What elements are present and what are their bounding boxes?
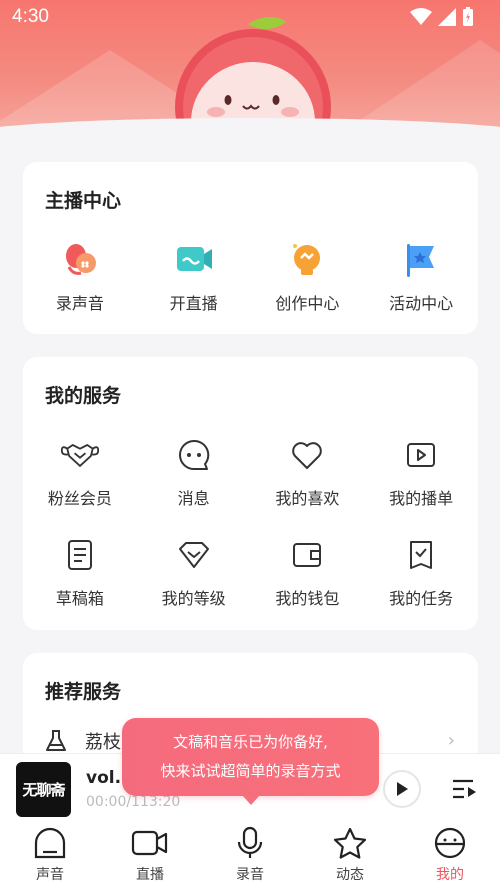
my-tasks-label: 我的任务 xyxy=(389,589,454,608)
playlist-queue-icon[interactable] xyxy=(450,774,480,804)
fan-membership-icon xyxy=(60,444,99,467)
album-cover[interactable]: 无聊斋 xyxy=(16,762,71,817)
my-level-button[interactable]: 我的等级 xyxy=(137,535,251,609)
nav-label-live: 直播 xyxy=(136,867,164,883)
my-playlist-label: 我的播单 xyxy=(389,489,454,508)
event-center-button[interactable]: 活动中心 xyxy=(364,240,478,314)
flask-icon xyxy=(46,730,66,751)
my-wallet-label: 我的钱包 xyxy=(275,589,340,608)
profile-icon xyxy=(434,827,466,859)
record-voice-label: 录声音 xyxy=(55,294,104,313)
playlist-icon xyxy=(407,443,436,467)
record-voice-icon xyxy=(65,244,96,275)
nav-tab-sound[interactable]: 声音 xyxy=(0,823,100,889)
my-tasks-button[interactable]: 我的任务 xyxy=(364,535,478,609)
tooltip-line-2: 快来试试超简单的录音方式 xyxy=(160,762,341,780)
live-camera-icon xyxy=(176,247,212,271)
nav-label-profile: 我的 xyxy=(436,867,464,883)
anchor-center-card: 主播中心 录声音 开直播 创作中心 活动中心 xyxy=(23,162,478,334)
nav-tab-feed[interactable]: 动态 xyxy=(300,823,400,889)
event-center-label: 活动中心 xyxy=(389,294,454,313)
message-label: 消息 xyxy=(177,489,210,508)
my-likes-button[interactable]: 我的喜欢 xyxy=(251,435,365,509)
nav-tab-profile[interactable]: 我的 xyxy=(400,823,500,889)
play-button[interactable] xyxy=(383,770,421,808)
play-icon xyxy=(397,782,408,796)
my-services-card: 我的服务 粉丝会员 消息 我的喜欢 我的播单 草稿箱 我的等级 我的钱包 我的任… xyxy=(23,357,478,630)
bottom-navigation: 声音 直播 录音 动态 我的 xyxy=(0,823,500,889)
nav-label-feed: 动态 xyxy=(336,867,364,883)
creation-lightbulb-icon xyxy=(293,244,321,275)
drafts-label: 草稿箱 xyxy=(55,589,104,608)
nav-label-record: 录音 xyxy=(236,867,264,883)
start-live-button[interactable]: 开直播 xyxy=(137,240,251,314)
drafts-button[interactable]: 草稿箱 xyxy=(23,535,137,609)
drafts-icon xyxy=(67,540,92,570)
my-wallet-button[interactable]: 我的钱包 xyxy=(251,535,365,609)
recording-tip-tooltip[interactable]: 文稿和音乐已为你备好, 快来试试超简单的录音方式 xyxy=(122,718,379,805)
star-icon xyxy=(333,827,367,859)
signal-icon xyxy=(438,8,456,26)
task-icon xyxy=(410,541,433,569)
level-diamond-icon xyxy=(178,542,209,568)
recommended-services-title: 推荐服务 xyxy=(45,681,122,703)
wifi-icon xyxy=(410,8,432,25)
microphone-icon xyxy=(237,826,263,858)
record-voice-button[interactable]: 录声音 xyxy=(23,240,137,314)
album-cover-text: 无聊斋 xyxy=(22,781,65,799)
creation-center-button[interactable]: 创作中心 xyxy=(251,240,365,314)
nav-tab-live[interactable]: 直播 xyxy=(100,823,200,889)
header-curve xyxy=(0,118,500,140)
player-time: 00:00/113:20 xyxy=(86,794,181,810)
my-playlist-button[interactable]: 我的播单 xyxy=(364,435,478,509)
wallet-icon xyxy=(293,543,322,567)
my-level-label: 我的等级 xyxy=(161,589,226,608)
chevron-right-icon: › xyxy=(447,730,455,751)
status-time: 4:30 xyxy=(12,6,49,27)
message-button[interactable]: 消息 xyxy=(137,435,251,509)
live-icon xyxy=(131,830,168,856)
sound-icon xyxy=(34,827,66,859)
creation-center-label: 创作中心 xyxy=(275,294,340,313)
battery-icon xyxy=(463,7,473,26)
my-services-title: 我的服务 xyxy=(45,385,122,407)
start-live-label: 开直播 xyxy=(169,294,218,313)
heart-icon xyxy=(292,442,323,469)
event-flag-icon xyxy=(407,244,435,277)
fan-membership-button[interactable]: 粉丝会员 xyxy=(23,435,137,509)
my-likes-label: 我的喜欢 xyxy=(275,489,340,508)
tooltip-line-1: 文稿和音乐已为你备好, xyxy=(173,733,328,751)
fan-membership-label: 粉丝会员 xyxy=(47,489,112,508)
anchor-center-title: 主播中心 xyxy=(45,190,122,212)
nav-tab-record[interactable]: 录音 xyxy=(200,823,300,889)
message-icon xyxy=(178,439,209,470)
recommended-service-label: 荔枝 xyxy=(85,732,121,753)
nav-label-sound: 声音 xyxy=(36,867,64,883)
status-bar: 4:30 xyxy=(0,0,500,34)
